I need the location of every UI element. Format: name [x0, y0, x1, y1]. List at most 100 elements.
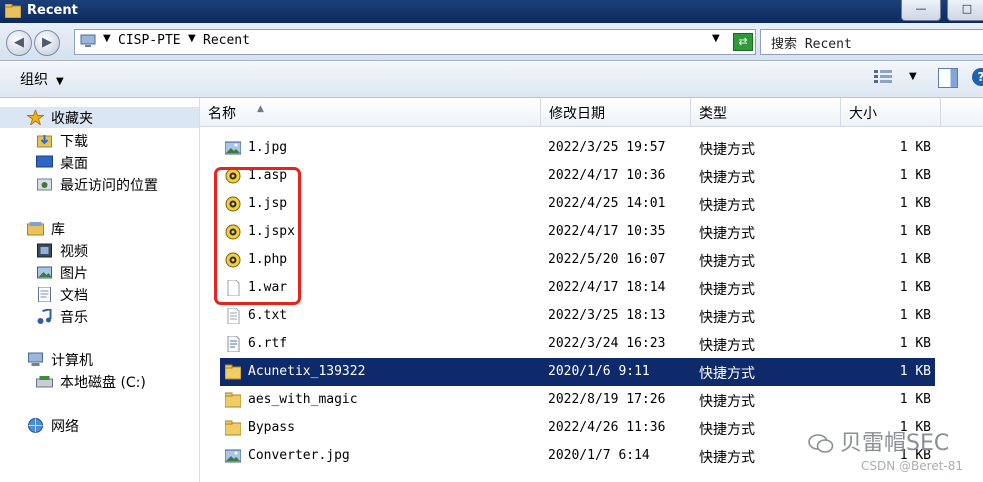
file-size: 1 KB [899, 308, 931, 323]
file-date: 2022/3/25 19:57 [548, 140, 666, 155]
file-name: 6.rtf [248, 336, 288, 351]
file-row[interactable]: 6.rtf 2022/3/24 16:23 快捷方式 1 KB [220, 330, 935, 358]
preview-pane-button[interactable] [938, 68, 958, 88]
view-dropdown-icon[interactable]: ▼ [909, 71, 917, 82]
address-bar[interactable]: ▼ CISP-PTE ▼ Recent ▼ [74, 29, 756, 55]
chevron-down-icon: ▼ [56, 76, 64, 87]
highlight-annotation-box [214, 167, 301, 305]
watermark-credit: CSDN @Beret-81 [861, 459, 963, 473]
folder-window-icon [5, 4, 21, 18]
file-row[interactable]: aes_with_magic 2022/8/19 17:26 快捷方式 1 KB [220, 386, 935, 414]
video-icon [37, 243, 52, 258]
file-date: 2022/3/25 18:13 [548, 308, 666, 323]
file-type: 快捷方式 [699, 422, 755, 438]
column-header-date[interactable]: 修改日期 [541, 98, 691, 126]
file-name: aes_with_magic [248, 392, 358, 407]
file-name: Bypass [248, 420, 295, 435]
downloads-folder-icon [37, 135, 52, 148]
maximize-button[interactable]: □ [947, 0, 983, 21]
organize-label: 组织 [20, 72, 48, 88]
refresh-button[interactable]: ⇄ [733, 33, 753, 51]
folder-icon [225, 364, 241, 380]
music-icon [37, 309, 52, 324]
computer-icon [80, 34, 96, 47]
column-header-row: 名称 ▲ 修改日期 类型 大小 [200, 98, 983, 127]
organize-menu-button[interactable]: 组织 ▼ [20, 69, 64, 89]
file-size: 1 KB [899, 140, 931, 155]
file-row[interactable]: 6.txt 2022/3/25 18:13 快捷方式 1 KB [220, 302, 935, 330]
file-size: 1 KB [899, 280, 931, 295]
file-type: 快捷方式 [699, 310, 755, 326]
file-row[interactable]: Acunetix_139322 2020/1/6 9:11 快捷方式 1 KB [220, 358, 935, 386]
address-dropdown-icon[interactable]: ▼ [712, 33, 720, 44]
file-row[interactable]: 1.php 2022/5/20 16:07 快捷方式 1 KB [220, 246, 935, 274]
search-placeholder: 搜索 Recent [771, 37, 852, 52]
forward-arrow-icon: ▶ [42, 35, 52, 50]
wechat-logo-icon [808, 434, 834, 453]
forward-button[interactable]: ▶ [34, 30, 60, 56]
breadcrumb-separator-icon[interactable]: ▼ [103, 33, 111, 44]
file-size: 1 KB [899, 252, 931, 267]
file-size: 1 KB [899, 168, 931, 183]
window-title: Recent [27, 3, 78, 18]
file-type: 快捷方式 [699, 338, 755, 354]
title-bar: Recent — □ [0, 0, 983, 23]
library-icon [27, 222, 44, 236]
breadcrumb-segment[interactable]: CISP-PTE [118, 33, 181, 48]
column-header-size[interactable]: 大小 [841, 98, 941, 126]
pictures-icon [37, 266, 52, 279]
file-type: 快捷方式 [699, 254, 755, 270]
recent-places-icon [37, 178, 52, 191]
image-icon [225, 141, 241, 155]
folder-icon [225, 420, 241, 436]
file-row[interactable]: 1.jspx 2022/4/17 10:35 快捷方式 1 KB [220, 218, 935, 246]
file-size: 1 KB [899, 224, 931, 239]
network-icon [28, 418, 43, 433]
file-type: 快捷方式 [699, 394, 755, 410]
breadcrumb-separator-icon[interactable]: ▼ [188, 33, 196, 44]
file-size: 1 KB [899, 392, 931, 407]
file-row[interactable]: 1.war 2022/4/17 18:14 快捷方式 1 KB [220, 274, 935, 302]
column-header-type[interactable]: 类型 [691, 98, 841, 126]
minimize-button[interactable]: — [901, 0, 941, 21]
sort-ascending-icon: ▲ [257, 104, 264, 114]
watermark-brand: 贝雷帽SEC [808, 425, 949, 457]
drive-icon [36, 376, 53, 388]
command-toolbar: 组织 ▼ ▼ ? [0, 61, 983, 98]
address-bar-row: ◀ ▶ ▼ CISP-PTE ▼ Recent ▼ ⇄ 搜索 Recent [0, 23, 983, 61]
file-date: 2020/1/7 6:14 [548, 448, 650, 463]
file-type: 快捷方式 [699, 170, 755, 186]
refresh-icon: ⇄ [738, 35, 748, 48]
file-row[interactable]: 1.jsp 2022/4/25 14:01 快捷方式 1 KB [220, 190, 935, 218]
view-options-icon[interactable] [874, 70, 892, 84]
file-date: 2022/8/19 17:26 [548, 392, 666, 407]
file-date: 2022/4/25 14:01 [548, 196, 666, 211]
file-date: 2022/3/24 16:23 [548, 336, 666, 351]
back-button[interactable]: ◀ [6, 30, 32, 56]
file-type: 快捷方式 [699, 282, 755, 298]
file-name: Converter.jpg [248, 448, 350, 463]
navigation-pane: 收藏夹 下载 桌面 最近访问的位置 库 视频 图片 文档 音乐 计算机 本地磁盘… [0, 98, 200, 482]
breadcrumb-segment[interactable]: Recent [203, 33, 250, 48]
file-date: 2020/1/6 9:11 [548, 364, 650, 379]
file-date: 2022/5/20 16:07 [548, 252, 666, 267]
file-date: 2022/4/17 18:14 [548, 280, 666, 295]
file-type: 快捷方式 [699, 226, 755, 242]
file-size: 1 KB [899, 196, 931, 211]
file-row[interactable]: 1.asp 2022/4/17 10:36 快捷方式 1 KB [220, 162, 935, 190]
file-name: Acunetix_139322 [248, 364, 366, 379]
column-header-name[interactable]: 名称 ▲ [200, 98, 541, 126]
file-row[interactable]: 1.jpg 2022/3/25 19:57 快捷方式 1 KB [220, 134, 935, 162]
file-type: 快捷方式 [699, 366, 755, 382]
help-icon[interactable]: ? [972, 68, 983, 86]
documents-icon [38, 287, 51, 302]
file-type: 快捷方式 [699, 198, 755, 214]
file-name: 1.jpg [248, 140, 288, 155]
image-icon [225, 449, 241, 463]
computer-icon [28, 352, 43, 366]
desktop-icon [36, 155, 53, 168]
search-input[interactable]: 搜索 Recent [760, 29, 983, 55]
folder-icon [225, 392, 241, 408]
back-arrow-icon: ◀ [14, 35, 24, 50]
rtf-file-icon [227, 336, 240, 352]
